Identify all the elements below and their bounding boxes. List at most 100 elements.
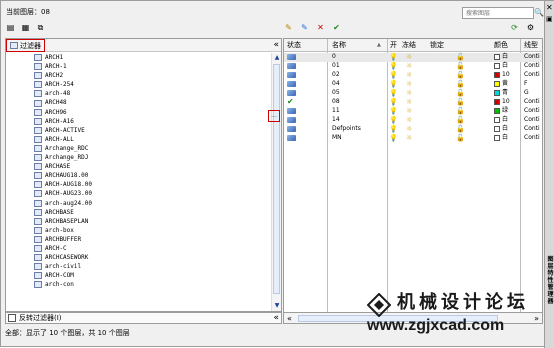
sun-icon[interactable]: ☼	[406, 98, 412, 107]
layer-color[interactable]: 白	[494, 134, 508, 143]
padlock-open-icon[interactable]: 🔓	[456, 134, 465, 143]
sun-icon[interactable]: ☼	[406, 53, 412, 62]
filter-tree-item[interactable]: arch-48	[6, 89, 272, 98]
layer-name[interactable]: 11	[332, 107, 340, 116]
filter-tree-item[interactable]: ARCH48	[6, 98, 272, 107]
layer-row[interactable]: 02 💡 ☼ 🔓 10 Conti	[284, 71, 542, 80]
sun-icon[interactable]: ☼	[406, 134, 412, 143]
padlock-open-icon[interactable]: 🔓	[456, 89, 465, 98]
layer-linetype[interactable]: Conti	[524, 107, 540, 116]
filter-tree-item[interactable]: arch-civil	[6, 262, 272, 271]
column-linetype[interactable]: 线型	[524, 39, 538, 52]
layer-linetype[interactable]: Conti	[524, 53, 540, 62]
layer-state-icon[interactable]	[287, 125, 296, 134]
close-icon[interactable]: ✕	[546, 3, 553, 12]
padlock-open-icon[interactable]: 🔓	[456, 125, 465, 134]
filter-tree-item[interactable]: ARCHBUFFER	[6, 235, 272, 244]
filter-tree-item[interactable]: ARCH2	[6, 71, 272, 80]
layer-linetype[interactable]: Conti	[524, 62, 540, 71]
layer-row[interactable]: 04 💡 ☼ 🔓 黄 F	[284, 80, 542, 89]
padlock-open-icon[interactable]: 🔓	[456, 116, 465, 125]
filter-tree-item[interactable]: arch-box	[6, 226, 272, 235]
sun-icon[interactable]: ☼	[406, 116, 412, 125]
filter-tree-item[interactable]: ARCH-254	[6, 80, 272, 89]
search-layers-input[interactable]	[462, 7, 534, 19]
filter-tree-item[interactable]: arch-aug24.00	[6, 199, 272, 208]
sun-icon[interactable]: ☼	[406, 107, 412, 116]
layer-linetype[interactable]: Conti	[524, 98, 540, 107]
filter-tree-item[interactable]: Archange_RDJ	[6, 153, 272, 162]
filter-tree-item[interactable]: ARCH96	[6, 108, 272, 117]
filter-tree-item[interactable]: ARCHBASE	[6, 208, 272, 217]
new-layer-vp-frozen-icon[interactable]: ✎	[299, 22, 310, 33]
lightbulb-icon[interactable]: 💡	[389, 134, 398, 143]
invert-filter-checkbox[interactable]	[8, 314, 16, 322]
layer-state-icon[interactable]	[287, 80, 296, 89]
layer-name[interactable]: 01	[332, 62, 340, 71]
column-status[interactable]: 状态	[287, 39, 301, 52]
layer-name[interactable]: 14	[332, 116, 340, 125]
filter-tree-item[interactable]: ARCH-ACTIVE	[6, 126, 272, 135]
layer-name[interactable]: 04	[332, 80, 340, 89]
sun-icon[interactable]: ☼	[406, 89, 412, 98]
new-property-filter-icon[interactable]: ▤	[5, 22, 16, 33]
layer-row[interactable]: 05 💡 ☼ 🔓 青 G	[284, 89, 542, 98]
scrollbar-thumb[interactable]	[273, 64, 280, 294]
layer-row[interactable]: 01 💡 ☼ 🔓 白 Conti	[284, 62, 542, 71]
filter-tree-item[interactable]: Archange_RDC	[6, 144, 272, 153]
new-group-filter-icon[interactable]: ▦	[20, 22, 31, 33]
filter-tree-item[interactable]: ARCHASE	[6, 162, 272, 171]
lightbulb-icon[interactable]: 💡	[389, 125, 398, 134]
collapse-pane-icon[interactable]: «	[273, 39, 279, 52]
column-name[interactable]: 名称	[332, 39, 346, 52]
filter-tree-item[interactable]: arch-con	[6, 280, 272, 289]
layer-color[interactable]: 白	[494, 116, 508, 125]
column-on[interactable]: 开	[390, 39, 397, 52]
layer-color[interactable]: 白	[494, 62, 508, 71]
pane-splitter-handle[interactable]: …	[268, 110, 280, 122]
layer-name[interactable]: 05	[332, 89, 340, 98]
settings-icon[interactable]: ⚙	[525, 22, 536, 33]
search-icon[interactable]: 🔍	[534, 7, 544, 19]
lightbulb-icon[interactable]: 💡	[389, 107, 398, 116]
layer-row[interactable]: 0 💡 ☼ 🔓 白 Conti	[284, 53, 542, 62]
filter-tree-item[interactable]: ARCH-ALL	[6, 135, 272, 144]
layer-row[interactable]: Defpoints 💡 ☼ 🔓 白 Conti	[284, 125, 542, 134]
scroll-right-icon[interactable]: »	[534, 313, 539, 325]
layer-state-icon[interactable]	[287, 107, 296, 116]
layer-color[interactable]: 黄	[494, 80, 508, 89]
layer-linetype[interactable]: Conti	[524, 125, 540, 134]
layer-color[interactable]: 10	[494, 71, 510, 80]
filter-tree-item[interactable]: ARCH-COM	[6, 271, 272, 280]
layer-name[interactable]: 02	[332, 71, 340, 80]
padlock-open-icon[interactable]: 🔓	[456, 107, 465, 116]
column-lock[interactable]: 锁定	[430, 39, 444, 52]
lightbulb-icon[interactable]: 💡	[389, 98, 398, 107]
layer-row[interactable]: 14 💡 ☼ 🔓 白 Conti	[284, 116, 542, 125]
lightbulb-icon[interactable]: 💡	[389, 116, 398, 125]
layer-linetype[interactable]: G	[524, 89, 529, 98]
scroll-left-icon[interactable]: «	[287, 313, 292, 325]
sun-icon[interactable]: ☼	[406, 71, 412, 80]
delete-layer-icon[interactable]: ✕	[315, 22, 326, 33]
sun-icon[interactable]: ☼	[406, 125, 412, 134]
layer-state-icon[interactable]	[287, 134, 296, 143]
layer-linetype[interactable]: F	[524, 80, 527, 89]
layer-state-icon[interactable]	[287, 53, 296, 62]
lightbulb-icon[interactable]: 💡	[389, 89, 398, 98]
set-current-icon[interactable]: ✔	[331, 22, 342, 33]
filter-tree-item[interactable]: ARCH1	[6, 53, 272, 62]
filter-tree-item[interactable]: ARCHBASEPLAN	[6, 217, 272, 226]
filter-tree-item[interactable]: ARCH-A16	[6, 117, 272, 126]
sun-icon[interactable]: ☼	[406, 80, 412, 89]
layer-color[interactable]: 绿	[494, 107, 508, 116]
layer-color[interactable]: 白	[494, 125, 508, 134]
filter-root-node[interactable]: 过滤器	[6, 39, 45, 52]
padlock-open-icon[interactable]: 🔓	[456, 98, 465, 107]
layer-name[interactable]: 08	[332, 98, 340, 107]
lightbulb-icon[interactable]: 💡	[389, 62, 398, 71]
lightbulb-icon[interactable]: 💡	[389, 80, 398, 89]
layer-color[interactable]: 10	[494, 98, 510, 107]
sun-icon[interactable]: ☼	[406, 62, 412, 71]
scroll-up-icon[interactable]: ▲	[272, 53, 281, 63]
